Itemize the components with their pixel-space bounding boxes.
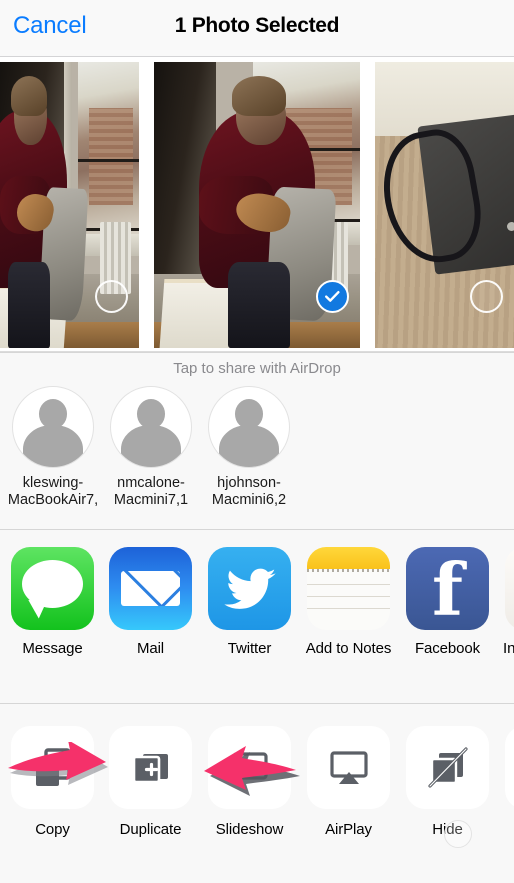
action-label: Slideshow (215, 821, 284, 838)
airdrop-contact-label: hjohnson-Macmini6,2 (211, 475, 287, 508)
photo-thumbnail-2[interactable] (154, 62, 360, 348)
header-bar: Cancel 1 Photo Selected (0, 0, 514, 57)
share-app-mail[interactable]: Mail (101, 547, 200, 657)
airdrop-contact-0[interactable]: kleswing-MacBookAir7, (4, 386, 102, 509)
facebook-app-icon: f (406, 547, 489, 630)
photo-thumbnail-3[interactable] (375, 62, 514, 348)
action-slideshow[interactable]: Slideshow (200, 726, 299, 838)
action-label: Duplicate (119, 821, 182, 838)
share-app-add-to-notes[interactable]: Add to Notes (299, 547, 398, 657)
photo-thumbnail-1[interactable] (0, 62, 139, 348)
notes-app-icon (307, 547, 390, 630)
person-avatar-icon (208, 386, 290, 468)
page-title: 1 Photo Selected (174, 14, 340, 37)
action-airplay[interactable]: AirPlay (299, 726, 398, 838)
share-app-label: In (503, 640, 514, 657)
mail-app-icon (109, 547, 192, 630)
share-app-label: Add to Notes (305, 640, 392, 657)
airdrop-contact-2[interactable]: hjohnson-Macmini6,2 (200, 386, 298, 509)
hide-icon (406, 726, 489, 809)
share-app-message[interactable]: Message (3, 547, 102, 657)
instagram-app-icon (505, 547, 514, 630)
duplicate-icon (109, 726, 192, 809)
share-app-label: Facebook (414, 640, 481, 657)
airdrop-contact-label: nmcalone-Macmini7,1 (113, 475, 189, 508)
more-actions-icon (505, 726, 514, 809)
share-app-label: Message (22, 640, 83, 657)
airdrop-section: Tap to share with AirDrop kleswing-MacBo… (0, 353, 514, 529)
actions-row[interactable]: Copy Duplicate Slideshow AirPlay Hide (0, 704, 514, 883)
photo-select-circle-3[interactable] (470, 280, 503, 313)
action-label: AirPlay (325, 821, 372, 838)
action-label: Copy (35, 821, 70, 838)
person-avatar-icon (110, 386, 192, 468)
photo-thumbnail-strip[interactable] (0, 57, 514, 352)
person-avatar-icon (12, 386, 94, 468)
share-sheet-screen: Cancel 1 Photo Selected Tap to share wit… (0, 0, 514, 883)
airplay-icon (307, 726, 390, 809)
action-more[interactable] (497, 726, 514, 821)
messages-app-icon (11, 547, 94, 630)
share-app-label: Twitter (227, 640, 272, 657)
share-apps-row[interactable]: Message Mail Twitter Add to Notes f Face… (0, 530, 514, 703)
action-copy[interactable]: Copy (3, 726, 102, 838)
touch-point-indicator (444, 820, 472, 848)
copy-icon (11, 726, 94, 809)
photo-select-circle-1[interactable] (95, 280, 128, 313)
share-app-facebook[interactable]: f Facebook (398, 547, 497, 657)
twitter-app-icon (208, 547, 291, 630)
share-app-instagram[interactable]: In (497, 547, 514, 657)
action-duplicate[interactable]: Duplicate (101, 726, 200, 838)
airdrop-contact-1[interactable]: nmcalone-Macmini7,1 (102, 386, 200, 509)
slideshow-icon (208, 726, 291, 809)
share-app-label: Mail (136, 640, 165, 657)
share-app-twitter[interactable]: Twitter (200, 547, 299, 657)
airdrop-contact-label: kleswing-MacBookAir7, (7, 475, 99, 508)
action-hide[interactable]: Hide (398, 726, 497, 838)
airdrop-hint-label: Tap to share with AirDrop (173, 360, 341, 377)
checkmark-icon (325, 291, 340, 302)
photo-select-checkmark-2[interactable] (316, 280, 349, 313)
